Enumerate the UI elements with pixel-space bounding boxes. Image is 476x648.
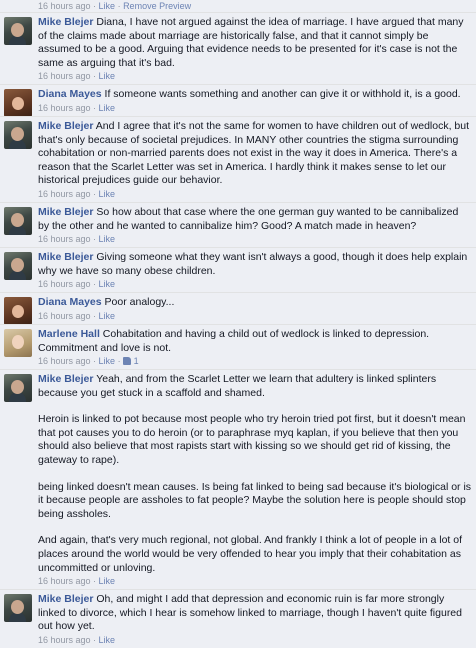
thumbs-up-icon [123, 357, 132, 366]
comment-meta: 16 hours ago · Like [38, 635, 116, 645]
comment-body: Marlene Hall Cohabitation and having a c… [38, 328, 472, 367]
comment-paragraph: Mike Blejer Giving someone what they wan… [38, 251, 472, 278]
timestamp: 16 hours ago [38, 71, 91, 82]
comment-author-link[interactable]: Mike Blejer [38, 120, 93, 132]
top-comment-meta: 16 hours ago · Like · Remove Preview [38, 1, 192, 11]
comment: Diana Mayes Poor analogy... 16 hours ago … [0, 292, 476, 326]
like-count[interactable]: 1 [123, 356, 139, 366]
comment-paragraph: Marlene Hall Cohabitation and having a c… [38, 328, 472, 355]
avatar[interactable] [4, 594, 32, 623]
comment-meta: 16 hours ago · Like [38, 102, 116, 113]
comment-paragraph: Heroin is linked to pot because most peo… [38, 413, 472, 467]
comment-meta: 16 hours ago · Like [38, 71, 116, 82]
comment-text: Diana, I have not argued against the ide… [38, 16, 464, 69]
comment-author-link[interactable]: Mike Blejer [38, 16, 93, 28]
avatar[interactable] [4, 297, 32, 326]
comment-body: Mike Blejer Diana, I have not argued aga… [38, 16, 472, 82]
comment-list: Mike Blejer Diana, I have not argued aga… [0, 12, 476, 648]
timestamp: 16 hours ago [38, 576, 91, 587]
comment-author-link[interactable]: Diana Mayes [38, 88, 102, 100]
comment-author-link[interactable]: Mike Blejer [38, 251, 93, 263]
comment: Mike Blejer And I agree that it's not th… [0, 115, 476, 202]
avatar[interactable] [4, 374, 32, 403]
comment-meta: 16 hours ago · Like [38, 279, 116, 290]
comment-text: Heroin is linked to pot because most peo… [38, 413, 466, 467]
avatar[interactable] [4, 89, 32, 118]
timestamp: 16 hours ago [38, 188, 91, 199]
remove-preview-link[interactable]: Remove Preview [123, 1, 191, 11]
avatar[interactable] [4, 17, 32, 45]
timestamp: 16 hours ago [38, 102, 91, 113]
comment-body: Mike Blejer And I agree that it's not th… [38, 120, 472, 200]
comment: Mike Blejer Oh, and might I add that dep… [0, 589, 476, 648]
comment: Mike Blejer So how about that case where… [0, 201, 476, 247]
comment-paragraph: Mike Blejer Yeah, and from the Scarlet L… [38, 373, 472, 400]
comment-meta: 16 hours ago · Like [38, 234, 116, 245]
comment-text: If someone wants something and another c… [104, 88, 461, 101]
comment-text: being linked doesn't mean causes. Is bei… [38, 480, 472, 520]
comment: Mike Blejer Yeah, and from the Scarlet L… [0, 369, 476, 589]
like-link[interactable]: Like [99, 279, 116, 289]
comment-thread: 16 hours ago · Like · Remove Preview Mik… [0, 0, 476, 648]
comment-paragraph: being linked doesn't mean causes. Is bei… [38, 481, 472, 522]
like-link[interactable]: Like [99, 1, 116, 11]
comment-text: Poor analogy... [104, 296, 175, 309]
comment-paragraph: Diana Mayes Poor analogy... [38, 296, 472, 310]
like-link[interactable]: Like [99, 311, 116, 321]
timestamp: 16 hours ago [38, 234, 91, 245]
avatar[interactable] [4, 328, 32, 357]
comment-text: Yeah, and from the Scarlet Letter we lea… [38, 373, 437, 399]
comment-meta: 16 hours ago · Like [38, 310, 116, 321]
comment-paragraph: Mike Blejer And I agree that it's not th… [38, 120, 472, 188]
comment-meta: 16 hours ago · Like [38, 576, 116, 587]
like-count-value: 1 [133, 356, 139, 367]
comment-paragraph: Mike Blejer So how about that case where… [38, 206, 472, 233]
like-link[interactable]: Like [99, 71, 116, 81]
timestamp: 16 hours ago [38, 356, 91, 367]
avatar[interactable] [4, 120, 32, 149]
comment-body: Diana Mayes Poor analogy... 16 hours ago … [38, 296, 472, 322]
comment-author-link[interactable]: Diana Mayes [38, 296, 102, 308]
comment: Mike Blejer Giving someone what they wan… [0, 247, 476, 292]
avatar[interactable] [4, 206, 32, 235]
comment-author-link[interactable]: Mike Blejer [38, 373, 93, 385]
comment: Diana Mayes If someone wants something a… [0, 84, 476, 118]
like-link[interactable]: Like [99, 356, 116, 366]
timestamp: 16 hours ago [38, 279, 91, 290]
avatar[interactable] [4, 252, 32, 281]
comment-body: Mike Blejer Oh, and might I add that dep… [38, 593, 472, 646]
like-link[interactable]: Like [99, 234, 116, 244]
timestamp: 16 hours ago [38, 310, 91, 321]
comment-text: And I agree that it's not the same for w… [38, 119, 470, 187]
comment-body: Mike Blejer Yeah, and from the Scarlet L… [38, 373, 472, 587]
like-link[interactable]: Like [99, 576, 116, 586]
like-link[interactable]: Like [99, 189, 116, 199]
comment-author-link[interactable]: Mike Blejer [38, 206, 93, 218]
comment-text: Oh, and might I add that depression and … [38, 593, 462, 633]
comment-body: Diana Mayes If someone wants something a… [38, 88, 472, 114]
comment-meta: 16 hours ago · Like · 1 [38, 356, 139, 367]
comment-author-link[interactable]: Marlene Hall [38, 328, 100, 340]
timestamp: 16 hours ago [38, 1, 91, 11]
comment: Marlene Hall Cohabitation and having a c… [0, 323, 476, 369]
comment: Mike Blejer Diana, I have not argued aga… [0, 12, 476, 84]
comment-text: So how about that case where the one ger… [38, 205, 459, 232]
comment-paragraph: Mike Blejer Oh, and might I add that dep… [38, 593, 472, 634]
comment-body: Mike Blejer So how about that case where… [38, 206, 472, 245]
like-link[interactable]: Like [99, 103, 116, 113]
comment-meta: 16 hours ago · Like [38, 188, 116, 199]
comment-text: Giving someone what they want isn't alwa… [38, 251, 468, 277]
comment-paragraph: Mike Blejer Diana, I have not argued aga… [38, 16, 472, 70]
comment-author-link[interactable]: Mike Blejer [38, 593, 93, 605]
comment-paragraph: Diana Mayes If someone wants something a… [38, 88, 472, 102]
comment-paragraph: And again, that's very much regional, no… [38, 534, 472, 575]
comment-text: And again, that's very much regional, no… [38, 534, 463, 574]
comment-body: Mike Blejer Giving someone what they wan… [38, 251, 472, 290]
